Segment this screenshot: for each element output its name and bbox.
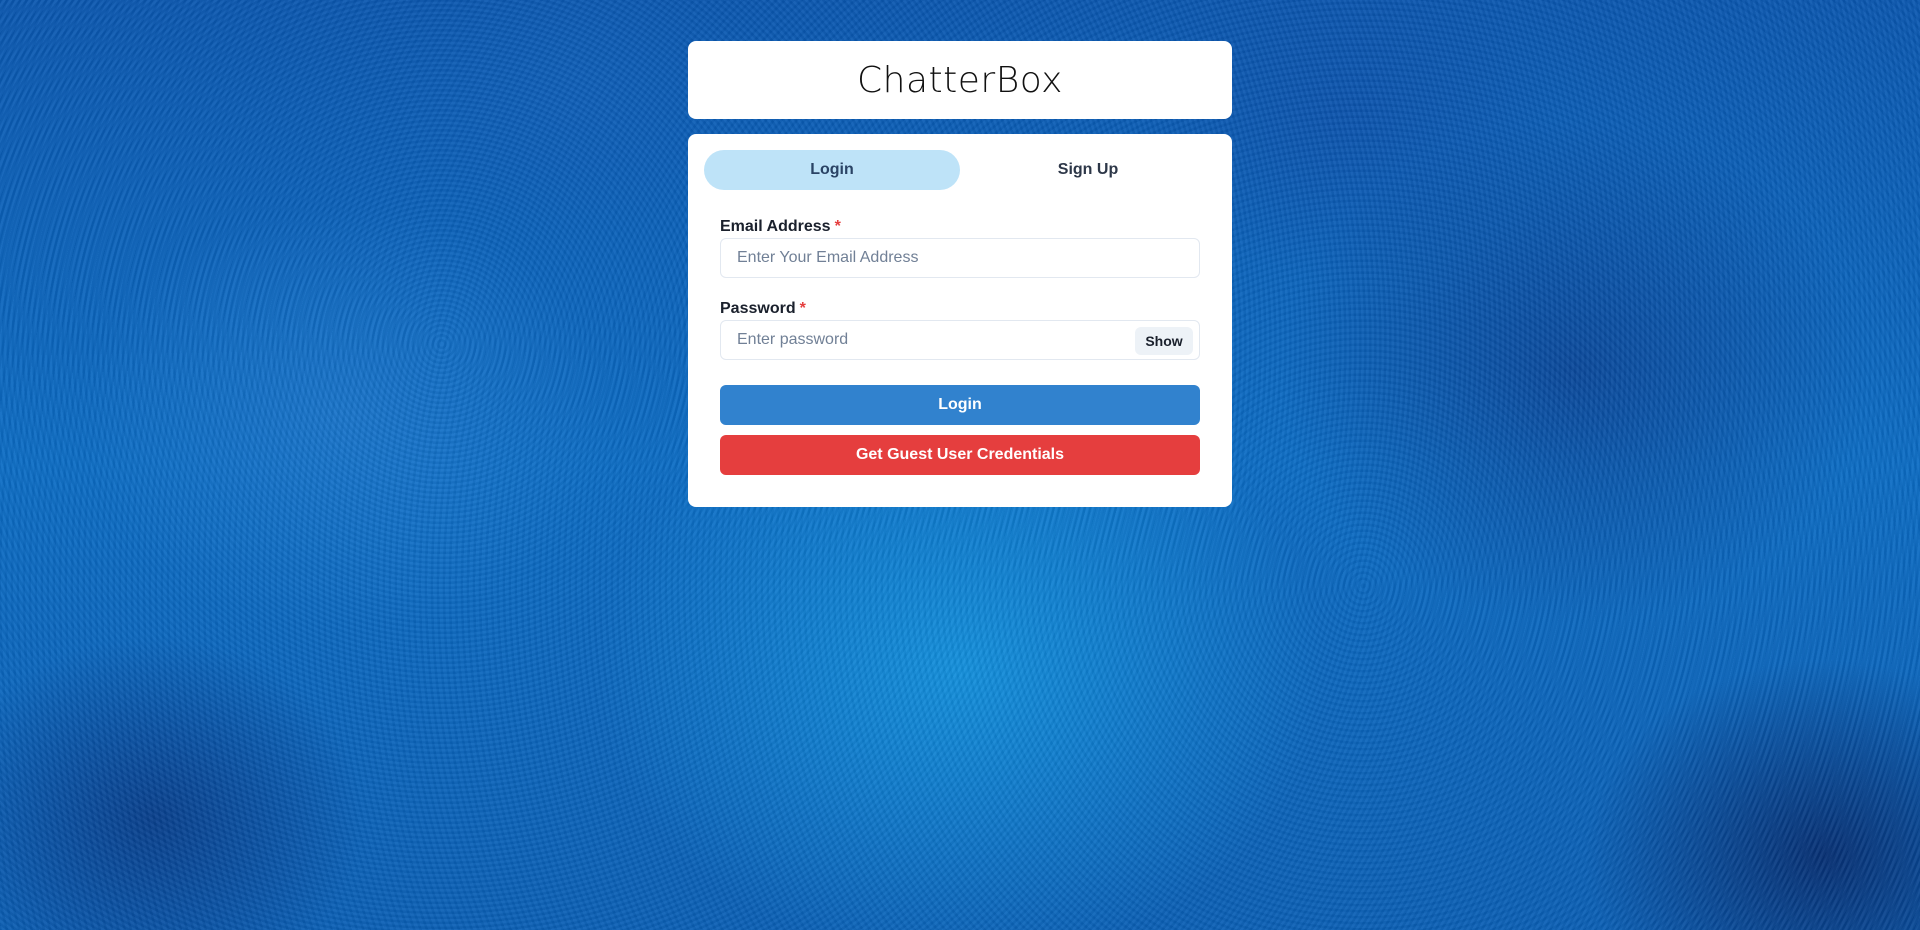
guest-credentials-button[interactable]: Get Guest User Credentials xyxy=(720,435,1200,475)
password-input[interactable] xyxy=(720,320,1200,360)
auth-tabs: Login Sign Up xyxy=(704,150,1216,190)
tab-login[interactable]: Login xyxy=(704,150,960,190)
email-label: Email Address * xyxy=(720,218,841,236)
password-label: Password * xyxy=(720,300,806,318)
password-required-mark: * xyxy=(799,300,806,317)
auth-form-card: Login Sign Up Email Address* Password* S… xyxy=(688,134,1232,507)
tab-sign-up[interactable]: Sign Up xyxy=(960,150,1216,190)
password-label-text: Password xyxy=(720,300,796,317)
login-button[interactable]: Login xyxy=(720,385,1200,425)
show-password-button[interactable]: Show xyxy=(1135,327,1193,355)
app-title-card: ChatterBox xyxy=(688,41,1232,119)
email-required-mark: * xyxy=(834,218,841,235)
email-input[interactable] xyxy=(720,238,1200,278)
app-title: ChatterBox xyxy=(857,59,1063,101)
email-label-text: Email Address xyxy=(720,218,831,235)
